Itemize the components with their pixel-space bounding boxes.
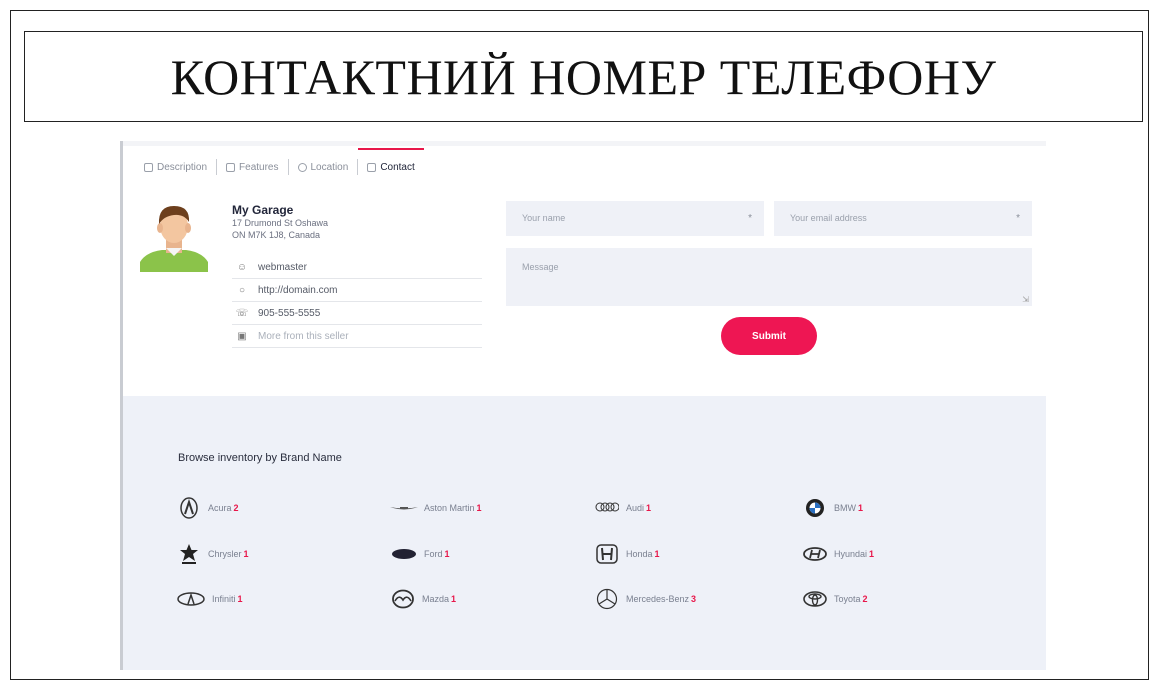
brand-name: Honda (626, 549, 653, 559)
more-from-seller-link[interactable]: More from this seller (258, 331, 349, 342)
brands-heading: Browse inventory by Brand Name (178, 452, 342, 464)
required-mark: * (1016, 213, 1020, 224)
brand-count: 1 (444, 549, 450, 559)
contact-card-icon (367, 162, 377, 172)
brand-name: Toyota (834, 594, 861, 604)
brand-aston-martin[interactable]: Aston Martin 1 (390, 497, 482, 519)
tab-description-label: Description (157, 161, 208, 173)
infiniti-logo-icon (176, 588, 206, 610)
seller-username-row: ☺ webmaster (232, 256, 482, 279)
seller-website-row[interactable]: ○ http://domain.com (232, 279, 482, 302)
user-icon: ☺ (236, 261, 248, 273)
brand-name: Aston Martin (424, 503, 475, 513)
slide-title: КОНТАКТНИЙ НОМЕР ТЕЛЕФОНУ (170, 48, 997, 105)
screen-top-strip (123, 141, 1046, 146)
brand-count: 1 (237, 594, 243, 604)
globe-icon: ○ (238, 284, 246, 296)
tab-location[interactable]: Location (289, 153, 358, 181)
seller-address-line-2: ON M7K 1J8, Canada (232, 230, 321, 240)
brand-count: 3 (691, 594, 697, 604)
chrysler-logo-icon (176, 543, 202, 565)
brand-name: Chrysler (208, 549, 242, 559)
submit-button[interactable]: Submit (721, 317, 817, 355)
brand-name: Infiniti (212, 594, 236, 604)
listing-tabs: Description Features Location Contact (135, 148, 425, 182)
resize-handle-icon[interactable]: ⇲ (1022, 295, 1029, 304)
brand-ford[interactable]: Ford 1 (390, 543, 450, 565)
email-input[interactable]: Your email address * (774, 201, 1032, 236)
honda-logo-icon (594, 543, 620, 565)
brand-name: Audi (626, 503, 645, 513)
brand-bmw[interactable]: BMW 1 (802, 497, 863, 519)
brand-acura[interactable]: Acura 2 (176, 497, 239, 519)
tab-contact-label: Contact (380, 161, 415, 173)
brand-count: 2 (233, 503, 239, 513)
brand-honda[interactable]: Honda 1 (594, 543, 660, 565)
brand-count: 1 (869, 549, 875, 559)
brand-mazda[interactable]: Mazda 1 (390, 588, 456, 610)
slide-title-box: КОНТАКТНИЙ НОМЕР ТЕЛЕФОНУ (24, 31, 1143, 122)
brand-count: 1 (646, 503, 652, 513)
mercedes-benz-logo-icon (594, 588, 620, 610)
aston-martin-logo-icon (390, 497, 418, 519)
tab-features[interactable]: Features (217, 153, 287, 181)
brand-name: Acura (208, 503, 232, 513)
brand-count: 1 (858, 503, 864, 513)
brands-panel (123, 396, 1046, 670)
tab-location-label: Location (310, 161, 349, 173)
seller-avatar (140, 206, 208, 272)
message-placeholder: Message (522, 262, 559, 272)
brand-count: 1 (451, 594, 457, 604)
brand-name: Mazda (422, 594, 450, 604)
name-input-placeholder: Your name (522, 213, 566, 223)
brand-count: 2 (862, 594, 868, 604)
name-input[interactable]: Your name * (506, 201, 764, 236)
tab-features-label: Features (239, 161, 279, 173)
required-mark: * (748, 213, 752, 224)
hyundai-logo-icon (802, 543, 828, 565)
tab-description[interactable]: Description (135, 153, 216, 181)
message-textarea[interactable]: Message ⇲ (506, 248, 1032, 306)
map-pin-icon (297, 162, 307, 172)
bmw-logo-icon (802, 497, 828, 519)
edit-icon (144, 162, 153, 172)
brand-toyota[interactable]: Toyota 2 (802, 588, 868, 610)
brand-hyundai[interactable]: Hyundai 1 (802, 543, 874, 565)
seller-name: My Garage (232, 203, 294, 217)
seller-phone: 905-555-5555 (258, 307, 321, 319)
seller-address-line-1: 17 Drumond St Oshawa (232, 218, 329, 228)
tab-contact[interactable]: Contact (358, 148, 425, 181)
acura-logo-icon (176, 497, 202, 519)
phone-icon: ☏ (235, 307, 249, 319)
more-from-seller-row[interactable]: ▣ More from this seller (232, 325, 482, 348)
toyota-logo-icon (802, 588, 828, 610)
mazda-logo-icon (390, 588, 416, 610)
car-icon: ▣ (237, 330, 247, 342)
audi-logo-icon (594, 497, 620, 519)
brand-name: Hyundai (834, 549, 868, 559)
brand-audi[interactable]: Audi 1 (594, 497, 651, 519)
seller-username: webmaster (258, 261, 307, 273)
brand-chrysler[interactable]: Chrysler 1 (176, 543, 249, 565)
ford-logo-icon (390, 543, 418, 565)
brand-count: 1 (243, 549, 249, 559)
brand-count: 1 (476, 503, 482, 513)
brand-name: Ford (424, 549, 443, 559)
car-icon (226, 162, 236, 172)
email-input-placeholder: Your email address (790, 213, 867, 223)
brand-name: BMW (834, 503, 856, 513)
brand-mercedes-benz[interactable]: Mercedes-Benz 3 (594, 588, 696, 610)
seller-phone-row: ☏ 905-555-5555 (232, 302, 482, 325)
seller-website-link[interactable]: http://domain.com (258, 285, 337, 296)
brand-name: Mercedes-Benz (626, 594, 690, 604)
brand-count: 1 (654, 549, 660, 559)
brand-infiniti[interactable]: Infiniti 1 (176, 588, 243, 610)
